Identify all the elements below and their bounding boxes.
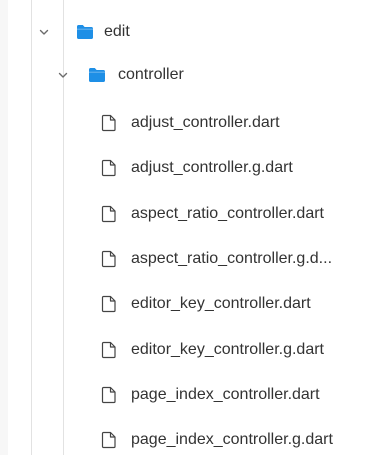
tree-file-item[interactable]: adjust_controller.dart — [0, 105, 385, 141]
file-icon — [101, 431, 117, 449]
folder-icon — [88, 67, 106, 83]
file-tree: edit controller adjust_controller.dart a… — [0, 0, 385, 455]
file-icon — [101, 386, 117, 404]
folder-label: edit — [104, 23, 130, 40]
file-label: editor_key_controller.g.dart — [131, 341, 324, 358]
file-label: page_index_controller.dart — [131, 386, 320, 403]
tree-file-item[interactable]: page_index_controller.g.dart — [0, 422, 385, 455]
file-icon — [101, 205, 117, 223]
file-icon — [101, 295, 117, 313]
file-label: adjust_controller.g.dart — [131, 159, 293, 176]
file-icon — [101, 250, 117, 268]
file-icon — [101, 341, 117, 359]
tree-file-item[interactable]: aspect_ratio_controller.dart — [0, 196, 385, 232]
file-icon — [101, 114, 117, 132]
folder-label: controller — [118, 66, 184, 83]
chevron-down-icon[interactable] — [56, 68, 70, 82]
tree-file-item[interactable]: editor_key_controller.dart — [0, 286, 385, 322]
tree-folder-edit[interactable]: edit — [0, 14, 385, 50]
file-label: adjust_controller.dart — [131, 114, 280, 131]
file-label: page_index_controller.g.dart — [131, 431, 333, 448]
tree-folder-controller[interactable]: controller — [0, 57, 385, 93]
tree-file-item[interactable]: editor_key_controller.g.dart — [0, 332, 385, 368]
chevron-down-icon[interactable] — [37, 25, 51, 39]
folder-icon — [76, 24, 94, 40]
file-label: editor_key_controller.dart — [131, 295, 311, 312]
file-label: aspect_ratio_controller.dart — [131, 205, 324, 222]
file-label: aspect_ratio_controller.g.d... — [131, 250, 333, 267]
tree-file-item[interactable]: adjust_controller.g.dart — [0, 150, 385, 186]
file-icon — [101, 159, 117, 177]
tree-file-item[interactable]: page_index_controller.dart — [0, 377, 385, 413]
tree-file-item[interactable]: aspect_ratio_controller.g.d... — [0, 241, 385, 277]
